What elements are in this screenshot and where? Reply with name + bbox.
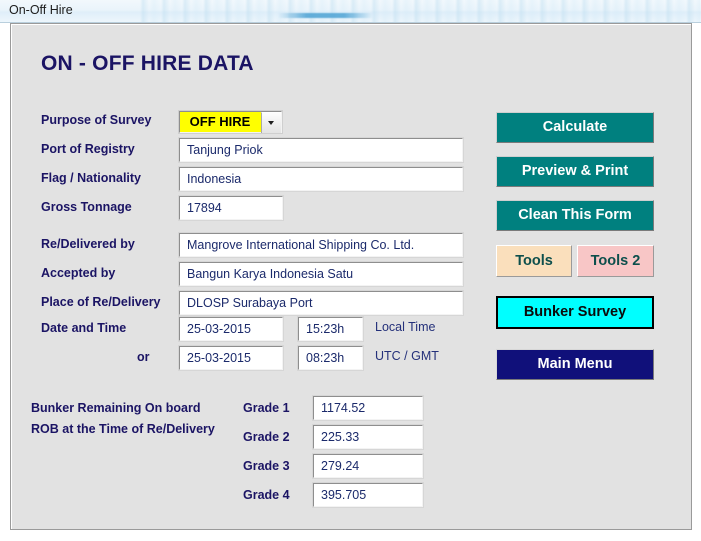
label-redelivered-by: Re/Delivered by [41,237,135,251]
place-of-redelivery-input[interactable]: DLOSP Surabaya Port [179,291,463,315]
main-menu-button[interactable]: Main Menu [496,349,654,380]
redelivered-by-input[interactable]: Mangrove International Shipping Co. Ltd. [179,233,463,257]
preview-and-print-button[interactable]: Preview & Print [496,156,654,187]
local-time-input[interactable]: 15:23h [298,317,363,341]
grade-3-input[interactable]: 279.24 [313,454,423,478]
flag-nationality-input[interactable]: Indonesia [179,167,463,191]
label-grade-1: Grade 1 [243,401,290,415]
utc-date-input[interactable]: 25-03-2015 [179,346,283,370]
label-grade-3: Grade 3 [243,459,290,473]
application-window: On-Off Hire ON - OFF HIRE DATA Purpose o… [0,0,701,541]
grade-4-input[interactable]: 395.705 [313,483,423,507]
page-title: ON - OFF HIRE DATA [41,52,254,75]
window-titlebar: On-Off Hire [0,0,701,23]
label-or: or [137,350,150,364]
tools-button[interactable]: Tools [496,245,572,277]
label-gross-tonnage: Gross Tonnage [41,200,132,214]
label-place-of-redelivery: Place of Re/Delivery [41,295,161,309]
label-purpose-of-survey: Purpose of Survey [41,113,152,127]
calculate-button[interactable]: Calculate [496,112,654,143]
label-bunker-rob-line2: ROB at the Time of Re/Delivery [31,422,215,436]
clean-this-form-button[interactable]: Clean This Form [496,200,654,231]
chevron-down-icon[interactable] [261,112,281,133]
port-of-registry-input[interactable]: Tanjung Priok [179,138,463,162]
label-grade-4: Grade 4 [243,488,290,502]
gross-tonnage-input[interactable]: 17894 [179,196,283,220]
label-local-time-zone: Local Time [375,320,436,334]
local-date-input[interactable]: 25-03-2015 [179,317,283,341]
titlebar-highlight-streak [278,13,373,18]
label-port-of-registry: Port of Registry [41,142,135,156]
label-flag-nationality: Flag / Nationality [41,171,142,185]
window-title: On-Off Hire [9,3,73,17]
bunker-survey-button[interactable]: Bunker Survey [496,296,654,329]
accepted-by-input[interactable]: Bangun Karya Indonesia Satu [179,262,463,286]
label-date-and-time: Date and Time [41,321,127,335]
label-accepted-by: Accepted by [41,266,116,280]
grade-2-input[interactable]: 225.33 [313,425,423,449]
label-bunker-rob-line1: Bunker Remaining On board [31,401,201,415]
form-panel: ON - OFF HIRE DATA Purpose of Survey Por… [10,23,692,530]
purpose-of-survey-dropdown[interactable]: OFF HIRE [179,111,282,133]
label-grade-2: Grade 2 [243,430,290,444]
purpose-of-survey-value: OFF HIRE [180,112,260,132]
grade-1-input[interactable]: 1174.52 [313,396,423,420]
tools-2-button[interactable]: Tools 2 [577,245,654,277]
titlebar-glass-sheen [140,0,700,22]
label-utc-gmt-zone: UTC / GMT [375,349,439,363]
utc-time-input[interactable]: 08:23h [298,346,363,370]
